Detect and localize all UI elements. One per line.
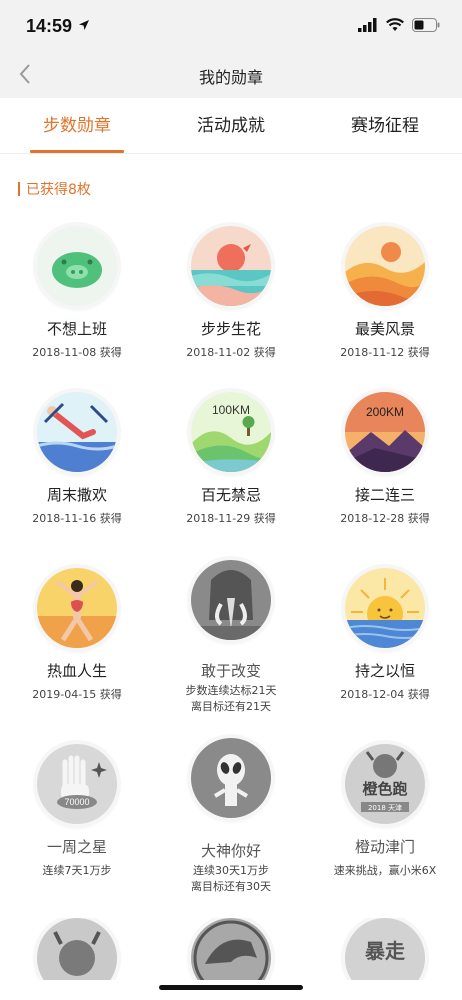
badge-progress: 步数连续达标21天 <box>185 684 277 697</box>
tab-activity-achievements[interactable]: 活动成就 <box>154 98 308 154</box>
badge-event-label: 橙色跑 <box>362 780 407 798</box>
tianjin-icon: 橙色跑 2018 天津 <box>345 744 425 824</box>
alien-icon <box>191 738 271 818</box>
badge-item[interactable] <box>0 918 154 980</box>
signal-icon <box>358 18 377 32</box>
badge-progress: 连续30天1万步 <box>193 864 269 877</box>
badge-status: 2018-11-08 获得 <box>32 346 122 359</box>
badge-status: 2018-11-16 获得 <box>32 512 122 525</box>
badge-status: 2019-04-15 获得 <box>32 688 122 701</box>
badge-remaining: 离目标还有21天 <box>191 700 271 713</box>
badge-item[interactable]: 不想上班 2018-11-08 获得 <box>0 226 154 366</box>
badge-progress: 连续7天1万步 <box>42 864 112 877</box>
tab-step-badges[interactable]: 步数勋章 <box>0 98 154 154</box>
swimmer-icon <box>37 392 117 472</box>
badge-status: 2018-12-28 获得 <box>340 512 430 525</box>
mammoth-icon <box>191 560 271 640</box>
dinosaur-icon <box>191 918 271 980</box>
badge-promo: 速来挑战，赢小米6X <box>333 864 437 877</box>
badge-remaining: 离目标还有30天 <box>191 880 271 893</box>
badge-name: 一周之星 <box>46 838 107 856</box>
badge-name: 最美风景 <box>354 320 415 338</box>
badge-name: 不想上班 <box>46 320 107 338</box>
hero-icon <box>37 568 117 648</box>
badge-item[interactable] <box>154 918 308 980</box>
hand-icon: 70000 <box>37 744 117 824</box>
badge-name: 持之以恒 <box>354 662 415 680</box>
badge-name: 接二连三 <box>354 486 415 504</box>
baozou-icon: 暴走 <box>345 918 425 980</box>
home-indicator[interactable] <box>159 985 303 990</box>
badge-item[interactable]: 敢于改变 步数连续达标21天 离目标还有21天 <box>154 560 308 713</box>
badge-status: 2018-12-04 获得 <box>340 688 430 701</box>
badge-distance-label: 100KM <box>212 403 250 417</box>
badge-steps-label: 70000 <box>64 797 89 807</box>
badge-name: 热血人生 <box>46 662 107 680</box>
badge-status: 2018-11-29 获得 <box>186 512 276 525</box>
sunset-sea-icon <box>191 226 271 306</box>
mountain-icon: 200KM <box>345 392 425 472</box>
earned-count-header: 已获得8枚 <box>18 180 91 198</box>
badge-status: 2018-11-02 获得 <box>186 346 276 359</box>
nav-bar: 我的勋章 <box>0 50 462 98</box>
battery-icon <box>412 18 440 32</box>
badge-item[interactable]: 热血人生 2019-04-15 获得 <box>0 568 154 718</box>
badge-name: 百无禁忌 <box>200 486 261 504</box>
badge-event-label: 暴走 <box>365 939 405 963</box>
badge-item[interactable]: 200KM 接二连三 2018-12-28 获得 <box>308 392 462 532</box>
badge-name: 周末撒欢 <box>46 486 107 504</box>
pig-icon <box>37 226 117 306</box>
badge-name: 大神你好 <box>200 842 261 860</box>
status-icons <box>358 18 440 32</box>
badge-item[interactable]: 最美风景 2018-11-12 获得 <box>308 226 462 366</box>
creature-icon <box>37 918 117 980</box>
badge-item[interactable]: 持之以恒 2018-12-04 获得 <box>308 568 462 718</box>
status-time: 14:59 <box>26 16 73 36</box>
badge-item[interactable]: 暴走 <box>308 918 462 980</box>
tab-race-journey[interactable]: 赛场征程 <box>308 98 462 154</box>
badge-item[interactable]: 70000 一周之星 连续7天1万步 <box>0 744 154 884</box>
active-tab-indicator <box>30 150 124 153</box>
badge-distance-label: 200KM <box>366 405 404 419</box>
badge-item[interactable]: 100KM 百无禁忌 2018-11-29 获得 <box>154 392 308 532</box>
badge-item[interactable]: 橙色跑 2018 天津 橙动津门 速来挑战，赢小米6X <box>308 744 462 884</box>
wifi-icon <box>386 18 404 31</box>
sunrise-icon <box>345 568 425 648</box>
badge-event-sublabel: 2018 天津 <box>368 804 402 812</box>
badge-name: 橙动津门 <box>354 838 415 856</box>
badge-name: 敢于改变 <box>200 662 261 680</box>
status-bar: 14:59 <box>0 0 462 50</box>
badge-item[interactable]: 周末撒欢 2018-11-16 获得 <box>0 392 154 532</box>
earned-count-label: 已获得8枚 <box>26 182 91 198</box>
section-marker <box>18 182 20 196</box>
badge-status: 2018-11-12 获得 <box>340 346 430 359</box>
badge-item[interactable]: 大神你好 连续30天1万步 离目标还有30天 <box>154 738 308 893</box>
page-title: 我的勋章 <box>198 68 263 87</box>
hills-icon: 100KM <box>191 392 271 472</box>
desert-icon <box>345 226 425 306</box>
location-arrow-icon <box>79 20 89 30</box>
badge-item[interactable]: 步步生花 2018-11-02 获得 <box>154 226 308 366</box>
tab-bar: 步数勋章 活动成就 赛场征程 <box>0 98 462 154</box>
badge-name: 步步生花 <box>200 320 261 338</box>
